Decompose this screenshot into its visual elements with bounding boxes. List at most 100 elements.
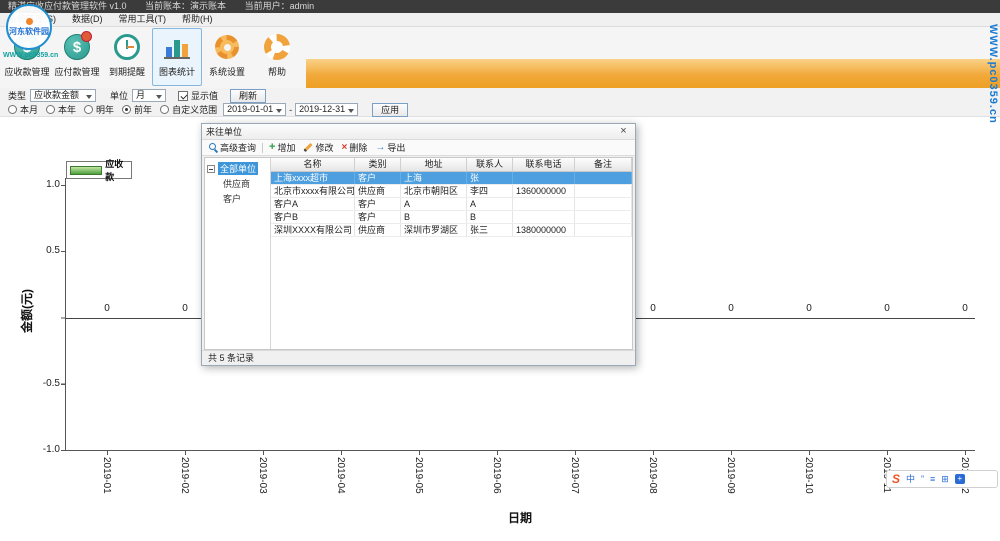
x-tick-label: 2019-04 (334, 457, 347, 509)
dialog-toolbar-label: 删除 (349, 141, 367, 154)
column-header-contact[interactable]: 联系人 (467, 158, 513, 171)
cell-address: 北京市朝阳区 (401, 185, 467, 197)
current-account: 当前账本：演示账本 (145, 1, 226, 11)
site-name: 河东软件园 (9, 26, 49, 37)
app-window: 精湛应收应付款管理软件 v1.0 当前账本：演示账本 当前用户：admin 系统… (0, 0, 1000, 541)
range-radio-this-month[interactable] (8, 105, 17, 114)
cell-remark (575, 172, 632, 184)
cell-contact: 张三 (467, 224, 513, 236)
point-label: 0 (97, 303, 117, 314)
cell-phone (513, 211, 575, 223)
toolbox-icon[interactable]: + (955, 474, 965, 484)
apply-button[interactable]: 应用 (372, 103, 408, 117)
table-row[interactable]: 深圳XXXX有限公司 供应商 深圳市罗湖区 张三 1380000000 (271, 224, 632, 237)
export-button[interactable]: → 导出 (371, 141, 409, 155)
table-row[interactable]: 北京市xxxx有限公司 供应商 北京市朝阳区 李四 1360000000 (271, 185, 632, 198)
range-radio-custom[interactable] (160, 105, 169, 114)
x-axis-title: 日期 (460, 509, 580, 526)
cell-address: B (401, 211, 467, 223)
x-axis-ticks (107, 451, 967, 455)
tree-root-label: 全部单位 (218, 162, 258, 175)
toolbar-button-label: 到期提醒 (109, 65, 145, 78)
table-row[interactable]: 上海xxxx超市 客户 上海 张 (271, 172, 632, 185)
site-logo-watermark: 河东软件园 (6, 4, 52, 50)
range-radio-year-before-last[interactable] (122, 105, 131, 114)
filter-row-type: 类型 应收款金额 单位 月 显示值 刷新 (0, 88, 1000, 103)
system-settings-button[interactable]: 系统设置 (202, 28, 252, 86)
x-tick-label: 2019-03 (256, 457, 269, 509)
cell-address: 深圳市罗湖区 (401, 224, 467, 236)
show-value-label: 显示值 (191, 89, 218, 102)
cell-name: 北京市xxxx有限公司 (271, 185, 355, 197)
toolbar-button-label: 系统设置 (209, 65, 245, 78)
input-mode-icon[interactable]: 中 (906, 471, 915, 487)
table-row[interactable]: 客户A 客户 A A (271, 198, 632, 211)
date-separator: - (289, 105, 292, 115)
menu-data[interactable]: 数据(D) (64, 13, 111, 26)
filter-row-range: 本月 本年 明年 前年 自定义范围 2019-01-01 - 2019-12-3… (0, 103, 1000, 117)
help-button[interactable]: 帮助 (252, 28, 302, 86)
type-label: 类型 (8, 89, 26, 102)
add-button[interactable]: + 增加 (265, 141, 299, 155)
column-header-phone[interactable]: 联系电话 (513, 158, 575, 171)
date-to-picker[interactable]: 2019-12-31 (295, 103, 358, 116)
dialog-close-button[interactable]: × (616, 125, 631, 138)
tree-item-customers[interactable]: 客户 (223, 191, 270, 206)
payable-manage-button[interactable]: 应付款管理 (52, 28, 102, 86)
menu-icon[interactable]: ≡ (930, 471, 935, 487)
unit-select[interactable]: 月 (132, 89, 166, 102)
y-axis-line (65, 178, 66, 451)
x-tick-label: 2019-08 (646, 457, 659, 509)
toolbar-button-label: 应付款管理 (54, 65, 99, 78)
tree-collapse-icon[interactable] (207, 165, 215, 173)
point-label: 0 (955, 303, 975, 314)
cell-category: 客户 (355, 172, 401, 184)
menu-bar: 系统管理(S) 数据(D) 常用工具(T) 帮助(H) (0, 13, 1000, 27)
range-label: 明年 (96, 103, 114, 116)
sogou-logo-icon[interactable]: S (892, 471, 900, 487)
cell-contact: 张 (467, 172, 513, 184)
dialog-body: 全部单位 供应商 客户 名称 类别 地址 联系人 联系电话 备注 上海xxxx超… (204, 157, 633, 350)
point-label: 0 (799, 303, 819, 314)
type-select[interactable]: 应收款金额 (30, 89, 96, 102)
toolbar-button-label: 应收款管理 (4, 65, 49, 78)
edit-button[interactable]: 修改 (299, 141, 337, 155)
tree-item-suppliers[interactable]: 供应商 (223, 176, 270, 191)
site-url-vertical: WWW.pc0359.cn (987, 24, 999, 124)
toolbar-separator (262, 143, 263, 153)
chart-stats-button[interactable]: 图表统计 (152, 28, 202, 86)
cell-contact: A (467, 198, 513, 210)
column-header-category[interactable]: 类别 (355, 158, 401, 171)
table-row[interactable]: 客户B 客户 B B (271, 211, 632, 224)
point-label: 0 (721, 303, 741, 314)
cell-contact: B (467, 211, 513, 223)
punctuation-icon[interactable]: ” (921, 471, 924, 487)
toolbar-button-label: 图表统计 (159, 65, 195, 78)
point-label: 0 (175, 303, 195, 314)
range-radio-this-year[interactable] (46, 105, 55, 114)
x-tick-label: 2019-06 (490, 457, 503, 509)
logo-dot-icon (26, 18, 33, 25)
range-label: 本月 (20, 103, 38, 116)
keyboard-icon[interactable]: ⊞ (941, 471, 949, 487)
dialog-toolbar-label: 增加 (277, 141, 295, 154)
menu-help[interactable]: 帮助(H) (174, 13, 221, 26)
tree-item-all-units[interactable]: 全部单位 (205, 161, 270, 176)
due-reminder-button[interactable]: 到期提醒 (102, 28, 152, 86)
range-label: 前年 (134, 103, 152, 116)
date-from-picker[interactable]: 2019-01-01 (223, 103, 286, 116)
column-header-address[interactable]: 地址 (401, 158, 467, 171)
range-radio-next-year[interactable] (84, 105, 93, 114)
title-bar: 精湛应收应付款管理软件 v1.0 当前账本：演示账本 当前用户：admin (0, 0, 1000, 13)
dialog-title: 来往单位 (206, 125, 616, 138)
menu-tools[interactable]: 常用工具(T) (111, 13, 175, 26)
range-label: 自定义范围 (172, 103, 217, 116)
x-tick-label: 2019-05 (412, 457, 425, 509)
column-header-name[interactable]: 名称 (271, 158, 355, 171)
cell-remark (575, 185, 632, 197)
advanced-search-button[interactable]: 高级查询 (205, 141, 260, 155)
delete-button[interactable]: × 删除 (337, 141, 371, 155)
column-header-remark[interactable]: 备注 (575, 158, 632, 171)
refresh-button[interactable]: 刷新 (230, 89, 266, 103)
show-value-checkbox[interactable] (178, 91, 188, 101)
